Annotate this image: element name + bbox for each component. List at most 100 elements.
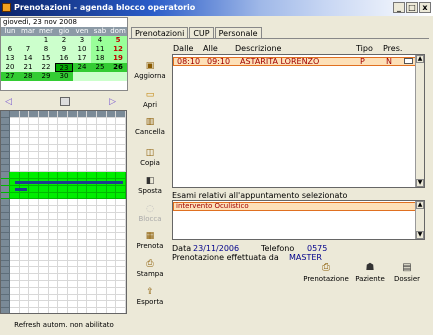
schedule-cell[interactable]: [39, 165, 49, 173]
schedule-cell[interactable]: [116, 158, 126, 166]
prenota-button[interactable]: ▦ Prenota: [130, 231, 170, 250]
schedule-cell[interactable]: [106, 131, 117, 139]
schedule-cell[interactable]: [116, 199, 126, 207]
schedule-cell[interactable]: [68, 124, 78, 132]
next-arrow-icon[interactable]: ▷: [109, 97, 116, 107]
schedule-cell[interactable]: [48, 192, 59, 200]
cancella-button[interactable]: ▥ Cancella: [130, 117, 170, 136]
schedule-cell[interactable]: [48, 111, 59, 118]
schedule-cell[interactable]: [19, 131, 30, 139]
schedule-cell[interactable]: [10, 111, 20, 118]
schedule-cell[interactable]: [49, 308, 59, 313]
schedule-cell[interactable]: [97, 165, 107, 173]
schedule-cell[interactable]: [77, 124, 88, 132]
schedule-row[interactable]: [1, 280, 126, 288]
appointment-list[interactable]: 08:10 09:10 ASTARITA LORENZO P N ▲ ▼: [172, 54, 425, 188]
schedule-cell[interactable]: [58, 274, 68, 281]
schedule-row[interactable]: [1, 165, 126, 173]
schedule-cell[interactable]: [58, 206, 68, 213]
schedule-cell[interactable]: [19, 206, 30, 213]
scroll-up-icon[interactable]: ▲: [416, 55, 424, 63]
schedule-cell[interactable]: [10, 144, 20, 152]
schedule-cell[interactable]: [48, 199, 59, 207]
schedule-cell[interactable]: [77, 246, 88, 254]
schedule-cell[interactable]: [87, 158, 97, 166]
schedule-cell[interactable]: [106, 260, 117, 268]
schedule-cell[interactable]: [39, 206, 49, 213]
schedule-cell[interactable]: [10, 192, 20, 200]
schedule-cell[interactable]: [29, 192, 39, 200]
calendar-day[interactable]: 7: [19, 45, 37, 54]
schedule-cell[interactable]: [48, 158, 59, 166]
schedule-cell[interactable]: [77, 294, 88, 302]
schedule-cell[interactable]: [19, 226, 30, 234]
schedule-row[interactable]: [1, 144, 126, 152]
schedule-cell[interactable]: [77, 165, 88, 173]
schedule-cell[interactable]: [116, 294, 126, 302]
schedule-cell[interactable]: [10, 124, 20, 132]
schedule-cell[interactable]: [58, 111, 68, 118]
calendar-day[interactable]: 5: [109, 36, 127, 45]
schedule-cell[interactable]: [58, 253, 68, 261]
schedule-cell[interactable]: [77, 287, 88, 295]
schedule-cell[interactable]: [19, 212, 30, 220]
schedule-cell[interactable]: [116, 165, 126, 173]
schedule-cell[interactable]: [39, 138, 49, 145]
schedule-cell[interactable]: [19, 165, 30, 173]
schedule-cell[interactable]: [68, 294, 78, 302]
schedule-cell[interactable]: [10, 165, 20, 173]
schedule-cell[interactable]: [87, 233, 97, 241]
schedule-cell[interactable]: [48, 260, 59, 268]
schedule-cell[interactable]: [87, 267, 97, 275]
schedule-cell[interactable]: [77, 219, 88, 227]
schedule-cell[interactable]: [39, 233, 49, 241]
schedule-cell[interactable]: [39, 185, 49, 193]
schedule-cell[interactable]: [39, 274, 49, 281]
schedule-cell[interactable]: [97, 151, 107, 159]
calendar-day[interactable]: 15: [37, 54, 55, 63]
schedule-cell[interactable]: [87, 308, 97, 313]
schedule-cell[interactable]: [19, 111, 30, 118]
schedule-cell[interactable]: [87, 294, 97, 302]
scroll-down-icon[interactable]: ▼: [416, 231, 424, 239]
schedule-cell[interactable]: [48, 138, 59, 145]
schedule-cell[interactable]: [106, 287, 117, 295]
schedule-cell[interactable]: [68, 158, 78, 166]
schedule-cell[interactable]: [106, 144, 117, 152]
schedule-cell[interactable]: [29, 246, 39, 254]
schedule-cell[interactable]: [19, 192, 30, 200]
schedule-cell[interactable]: [19, 151, 30, 159]
schedule-cell[interactable]: [48, 226, 59, 234]
schedule-cell[interactable]: [106, 192, 117, 200]
schedule-cell[interactable]: [106, 253, 117, 261]
schedule-row[interactable]: [1, 158, 126, 166]
schedule-row[interactable]: [1, 246, 126, 254]
schedule-cell[interactable]: [116, 226, 126, 234]
schedule-cell[interactable]: [19, 274, 30, 281]
schedule-cell[interactable]: [58, 151, 68, 159]
schedule-cell[interactable]: [97, 185, 107, 193]
schedule-cell[interactable]: [97, 111, 107, 118]
schedule-cell[interactable]: [68, 226, 78, 234]
schedule-cell[interactable]: [29, 158, 39, 166]
calendar-day[interactable]: 24: [73, 63, 91, 72]
schedule-cell[interactable]: [87, 240, 97, 247]
schedule-cell[interactable]: [48, 117, 59, 125]
schedule-row[interactable]: [1, 287, 126, 295]
schedule-cell[interactable]: [107, 308, 117, 313]
schedule-cell[interactable]: [77, 206, 88, 213]
schedule-cell[interactable]: [87, 172, 97, 179]
schedule-cell[interactable]: [87, 253, 97, 261]
schedule-cell[interactable]: [19, 267, 30, 275]
calendar-day[interactable]: 1: [37, 36, 55, 45]
schedule-cell[interactable]: [58, 233, 68, 241]
schedule-cell[interactable]: [29, 111, 39, 118]
calendar-day[interactable]: 22: [37, 63, 55, 72]
schedule-cell[interactable]: [106, 158, 117, 166]
maximize-button[interactable]: □: [406, 2, 418, 13]
schedule-row[interactable]: [1, 117, 126, 125]
schedule-cell[interactable]: [58, 219, 68, 227]
schedule-cell[interactable]: [116, 124, 126, 132]
schedule-cell[interactable]: [29, 185, 39, 193]
schedule-cell[interactable]: [39, 260, 49, 268]
